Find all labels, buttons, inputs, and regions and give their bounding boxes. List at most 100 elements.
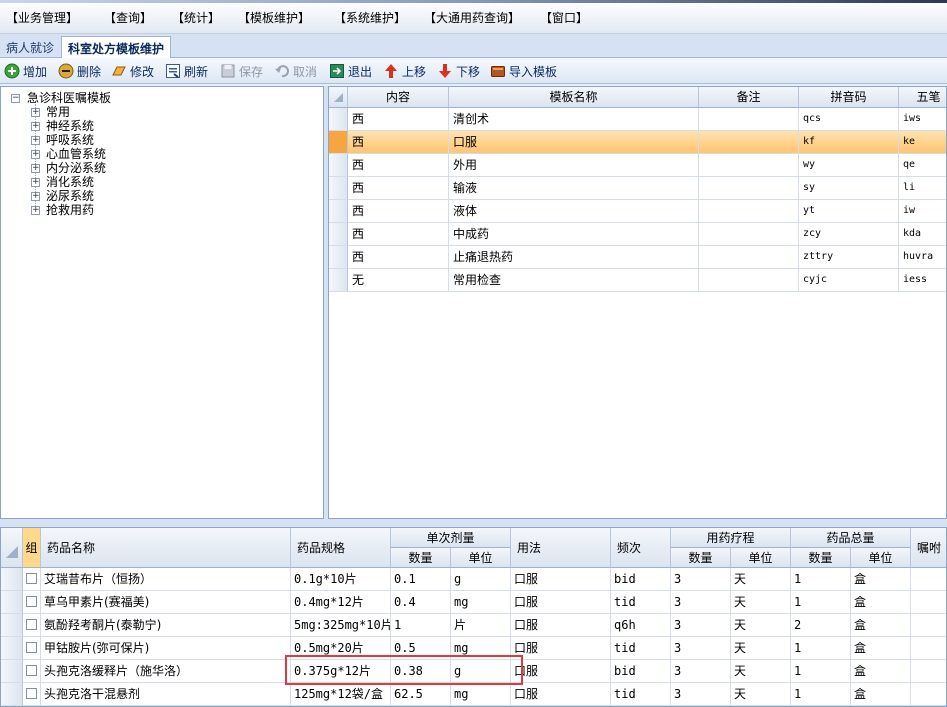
- expand-icon[interactable]: +: [31, 206, 40, 215]
- cell-frequency[interactable]: tid: [611, 591, 671, 614]
- cell-course-unit[interactable]: 天: [731, 660, 791, 683]
- col-header-wubi[interactable]: 五笔: [899, 87, 946, 108]
- expand-icon[interactable]: +: [31, 122, 40, 131]
- cell-group[interactable]: [23, 591, 41, 614]
- col-header-usage[interactable]: 用法: [511, 528, 611, 568]
- cell-advice[interactable]: [911, 591, 946, 614]
- col-header-template-name[interactable]: 模板名称: [449, 87, 699, 108]
- cell-advice[interactable]: [911, 637, 946, 660]
- group-checkbox[interactable]: [26, 596, 37, 607]
- cell-wubi[interactable]: kda: [899, 223, 946, 246]
- expand-icon[interactable]: +: [31, 108, 40, 117]
- cell-note[interactable]: [699, 177, 799, 200]
- tree-item-urinary[interactable]: 泌尿系统: [46, 189, 94, 203]
- cell-usage[interactable]: 口服: [511, 637, 611, 660]
- cell-drug-name[interactable]: 氨酚羟考酮片(泰勒宁): [41, 614, 291, 637]
- cell-template-name[interactable]: 输液: [449, 177, 699, 200]
- cell-template-name[interactable]: 中成药: [449, 223, 699, 246]
- cell-dose-qty[interactable]: 1: [391, 614, 451, 637]
- cell-content[interactable]: 西: [348, 200, 449, 223]
- cell-course-unit[interactable]: 天: [731, 614, 791, 637]
- cell-total-qty[interactable]: 1: [791, 568, 851, 591]
- cell-content[interactable]: 西: [348, 246, 449, 269]
- cell-total-unit[interactable]: 盒: [851, 614, 911, 637]
- row-indicator[interactable]: [329, 269, 348, 292]
- menu-window[interactable]: 【窗口】: [540, 9, 588, 26]
- cell-total-unit[interactable]: 盒: [851, 660, 911, 683]
- col-header-total-qty[interactable]: 数量: [791, 548, 851, 568]
- group-checkbox[interactable]: [26, 619, 37, 630]
- cell-course-qty[interactable]: 3: [671, 591, 731, 614]
- cell-course-unit[interactable]: 天: [731, 683, 791, 706]
- cell-pinyin[interactable]: cyjc: [799, 269, 899, 292]
- group-checkbox[interactable]: [26, 665, 37, 676]
- edit-button[interactable]: 修改: [111, 62, 154, 80]
- cell-pinyin[interactable]: kf: [799, 131, 899, 154]
- col-header-note[interactable]: 备注: [699, 87, 799, 108]
- tree-item-endocrine[interactable]: 内分泌系统: [46, 161, 106, 175]
- col-header-advice[interactable]: 嘱咐: [911, 528, 946, 568]
- col-header-course-qty[interactable]: 数量: [671, 548, 731, 568]
- row-indicator[interactable]: [329, 177, 348, 200]
- row-indicator[interactable]: [329, 131, 348, 154]
- tree-item-respiratory[interactable]: 呼吸系统: [46, 133, 94, 147]
- expand-icon[interactable]: +: [31, 192, 40, 201]
- cell-frequency[interactable]: q6h: [611, 614, 671, 637]
- cell-dose-unit[interactable]: mg: [451, 683, 511, 706]
- cell-wubi[interactable]: iw: [899, 200, 946, 223]
- tree-item-nervous[interactable]: 神经系统: [46, 119, 94, 133]
- cell-group[interactable]: [23, 568, 41, 591]
- cell-course-qty[interactable]: 3: [671, 614, 731, 637]
- cell-wubi[interactable]: iess: [899, 269, 946, 292]
- col-header-group[interactable]: 组: [23, 528, 41, 568]
- tab-patient-visit[interactable]: 病人就诊: [0, 36, 60, 58]
- cell-group[interactable]: [23, 683, 41, 706]
- col-header-total-unit[interactable]: 单位: [851, 548, 911, 568]
- menu-drug-query[interactable]: 【大通用药查询】: [424, 9, 520, 26]
- row-indicator[interactable]: [1, 637, 23, 660]
- cell-spec[interactable]: 5mg:325mg*10片: [291, 614, 391, 637]
- cell-course-unit[interactable]: 天: [731, 637, 791, 660]
- group-checkbox[interactable]: [26, 642, 37, 653]
- save-button[interactable]: 保存: [220, 62, 263, 80]
- cell-spec[interactable]: 125mg*12袋/盒: [291, 683, 391, 706]
- group-checkbox[interactable]: [26, 573, 37, 584]
- cell-frequency[interactable]: tid: [611, 637, 671, 660]
- row-indicator[interactable]: [1, 591, 23, 614]
- cell-wubi[interactable]: li: [899, 177, 946, 200]
- menu-statistics[interactable]: 【统计】: [172, 9, 220, 26]
- cell-usage[interactable]: 口服: [511, 591, 611, 614]
- cell-template-name[interactable]: 外用: [449, 154, 699, 177]
- cell-pinyin[interactable]: qcs: [799, 108, 899, 131]
- expand-icon[interactable]: +: [31, 136, 40, 145]
- cell-total-unit[interactable]: 盒: [851, 568, 911, 591]
- tree-item-cardiovascular[interactable]: 心血管系统: [46, 147, 106, 161]
- cell-pinyin[interactable]: sy: [799, 177, 899, 200]
- cell-dose-qty[interactable]: 0.1: [391, 568, 451, 591]
- cell-drug-name[interactable]: 草乌甲素片(赛福美): [41, 591, 291, 614]
- cell-usage[interactable]: 口服: [511, 568, 611, 591]
- add-button[interactable]: 增加: [4, 62, 47, 80]
- collapse-icon[interactable]: −: [11, 94, 20, 103]
- cell-dose-unit[interactable]: g: [451, 568, 511, 591]
- cell-spec[interactable]: 0.4mg*12片: [291, 591, 391, 614]
- menu-template[interactable]: 【模板维护】: [238, 9, 310, 26]
- cell-content[interactable]: 西: [348, 177, 449, 200]
- cell-advice[interactable]: [911, 660, 946, 683]
- cell-pinyin[interactable]: zcy: [799, 223, 899, 246]
- menu-system[interactable]: 【系统维护】: [334, 9, 406, 26]
- col-header-spec[interactable]: 药品规格: [291, 528, 391, 568]
- cell-group[interactable]: [23, 660, 41, 683]
- cell-frequency[interactable]: bid: [611, 568, 671, 591]
- expand-icon[interactable]: +: [31, 164, 40, 173]
- row-indicator[interactable]: [329, 200, 348, 223]
- cell-note[interactable]: [699, 246, 799, 269]
- cell-note[interactable]: [699, 131, 799, 154]
- cell-course-unit[interactable]: 天: [731, 591, 791, 614]
- cell-total-qty[interactable]: 1: [791, 637, 851, 660]
- cell-note[interactable]: [699, 200, 799, 223]
- cell-total-unit[interactable]: 盒: [851, 683, 911, 706]
- cell-group[interactable]: [23, 614, 41, 637]
- cell-wubi[interactable]: ke: [899, 131, 946, 154]
- cell-drug-name[interactable]: 艾瑞昔布片（恒扬）: [41, 568, 291, 591]
